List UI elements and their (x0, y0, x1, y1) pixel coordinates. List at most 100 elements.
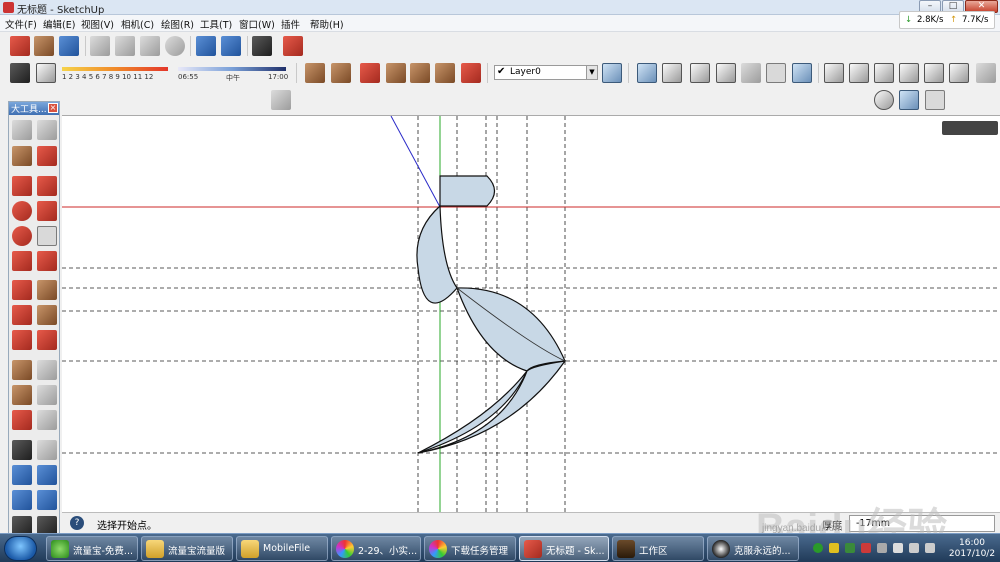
tray-app-icon[interactable] (877, 543, 887, 553)
palette-close-icon[interactable]: × (48, 103, 58, 113)
time-slider[interactable] (178, 67, 286, 71)
xray-icon[interactable] (637, 63, 657, 83)
dimension-icon[interactable] (37, 360, 57, 380)
zoom-window-icon[interactable] (37, 465, 57, 485)
taskbar-item[interactable]: 下载任务管理 (424, 536, 516, 561)
arc-icon[interactable] (37, 226, 57, 246)
pie-icon[interactable] (12, 251, 32, 271)
new-file-icon[interactable] (10, 36, 30, 56)
taskbar-item-active[interactable]: 无标题 - Sk... (519, 536, 609, 561)
crosshair-icon[interactable] (874, 90, 894, 110)
spiral-face[interactable] (416, 175, 566, 454)
layer-manager-icon[interactable] (602, 63, 622, 83)
texture-icon[interactable] (331, 63, 351, 83)
erase-icon[interactable] (165, 36, 185, 56)
bottom-view-icon[interactable] (976, 63, 996, 83)
scale-icon[interactable] (12, 330, 32, 350)
undo-icon[interactable] (196, 36, 216, 56)
sandbox-icon[interactable] (386, 63, 406, 83)
offset-icon[interactable] (37, 330, 57, 350)
model-canvas[interactable] (62, 116, 1000, 512)
flip-edge-icon[interactable] (461, 63, 481, 83)
drawing-viewport[interactable] (62, 115, 1000, 512)
taskbar-item[interactable]: 克服永远的... (707, 536, 799, 561)
shadow-settings-icon[interactable] (10, 63, 30, 83)
layer-dropdown[interactable]: ✔ Layer0 ▼ (494, 65, 598, 80)
pan-icon[interactable] (37, 440, 57, 460)
clock-date[interactable]: 2017/10/2 (947, 549, 997, 559)
print-icon[interactable] (252, 36, 272, 56)
scene-tabs-mini-toolbar[interactable] (942, 121, 998, 135)
tray-app-icon[interactable] (861, 543, 871, 553)
zoom-icon[interactable] (12, 465, 32, 485)
hidden-line-icon[interactable] (716, 63, 736, 83)
two-point-arc-icon[interactable] (37, 251, 57, 271)
tray-app-icon[interactable] (845, 543, 855, 553)
drape-icon[interactable] (435, 63, 455, 83)
paste-icon[interactable] (140, 36, 160, 56)
previous-view-icon[interactable] (37, 490, 57, 510)
paint-bucket-icon[interactable] (12, 146, 32, 166)
axes-cube-icon[interactable] (899, 90, 919, 110)
month-slider[interactable] (62, 67, 168, 71)
stamp-icon[interactable] (410, 63, 430, 83)
copy-icon[interactable] (115, 36, 135, 56)
rotate-icon[interactable] (12, 305, 32, 325)
menu-tools[interactable]: 工具(T) (200, 17, 232, 31)
monochrome-icon[interactable] (792, 63, 812, 83)
circle-icon[interactable] (12, 201, 32, 221)
cut-icon[interactable] (90, 36, 110, 56)
taskbar-item[interactable]: 工作区 (612, 536, 704, 561)
section-plane-icon[interactable] (360, 63, 380, 83)
right-view-icon[interactable] (899, 63, 919, 83)
save-icon[interactable] (59, 36, 79, 56)
left-view-icon[interactable] (949, 63, 969, 83)
eraser-icon[interactable] (37, 146, 57, 166)
clock-time[interactable]: 16:00 (947, 538, 997, 548)
model-info-icon[interactable] (283, 36, 303, 56)
follow-me-icon[interactable] (37, 305, 57, 325)
orbit-icon[interactable] (12, 440, 32, 460)
wireframe-icon[interactable] (690, 63, 710, 83)
line-icon[interactable] (37, 176, 57, 196)
taskbar-item[interactable]: MobileFile (236, 536, 328, 561)
rectangle-icon[interactable] (12, 176, 32, 196)
flag-icon[interactable] (925, 543, 935, 553)
select-icon[interactable] (12, 120, 32, 140)
back-view-icon[interactable] (924, 63, 944, 83)
menu-edit[interactable]: 编辑(E) (43, 17, 75, 31)
tray-app-icon[interactable] (813, 543, 823, 553)
paint-bucket-style-icon[interactable] (305, 63, 325, 83)
spring-plugin-icon[interactable] (271, 90, 291, 110)
push-pull-icon[interactable] (37, 280, 57, 300)
open-folder-icon[interactable] (34, 36, 54, 56)
component-cube-icon[interactable] (925, 90, 945, 110)
menu-help[interactable]: 帮助(H) (310, 17, 344, 31)
start-button[interactable] (4, 536, 37, 561)
make-component-icon[interactable] (37, 120, 57, 140)
menu-window[interactable]: 窗口(W) (239, 17, 275, 31)
chevron-down-icon[interactable]: ▼ (586, 66, 597, 79)
network-icon[interactable] (893, 543, 903, 553)
polygon-icon[interactable] (12, 226, 32, 246)
3d-text-icon[interactable] (37, 410, 57, 430)
move-icon[interactable] (12, 280, 32, 300)
help-icon[interactable]: ? (70, 516, 84, 530)
display-shadows-icon[interactable] (36, 63, 56, 83)
menu-draw[interactable]: 绘图(R) (161, 17, 194, 31)
tray-app-icon[interactable] (829, 543, 839, 553)
back-edges-icon[interactable] (662, 63, 682, 83)
menu-view[interactable]: 视图(V) (81, 17, 114, 31)
text-icon[interactable] (37, 385, 57, 405)
iso-view-icon[interactable] (824, 63, 844, 83)
taskbar-item[interactable]: 流量宝流量版 (141, 536, 233, 561)
taskbar-item[interactable]: 流量宝-免费... (46, 536, 138, 561)
freehand-icon[interactable] (37, 201, 57, 221)
volume-icon[interactable] (909, 543, 919, 553)
top-view-icon[interactable] (849, 63, 869, 83)
redo-icon[interactable] (221, 36, 241, 56)
axes-icon[interactable] (12, 410, 32, 430)
front-view-icon[interactable] (874, 63, 894, 83)
zoom-extents-icon[interactable] (12, 490, 32, 510)
palette-header[interactable]: 大工具... × (9, 102, 59, 115)
